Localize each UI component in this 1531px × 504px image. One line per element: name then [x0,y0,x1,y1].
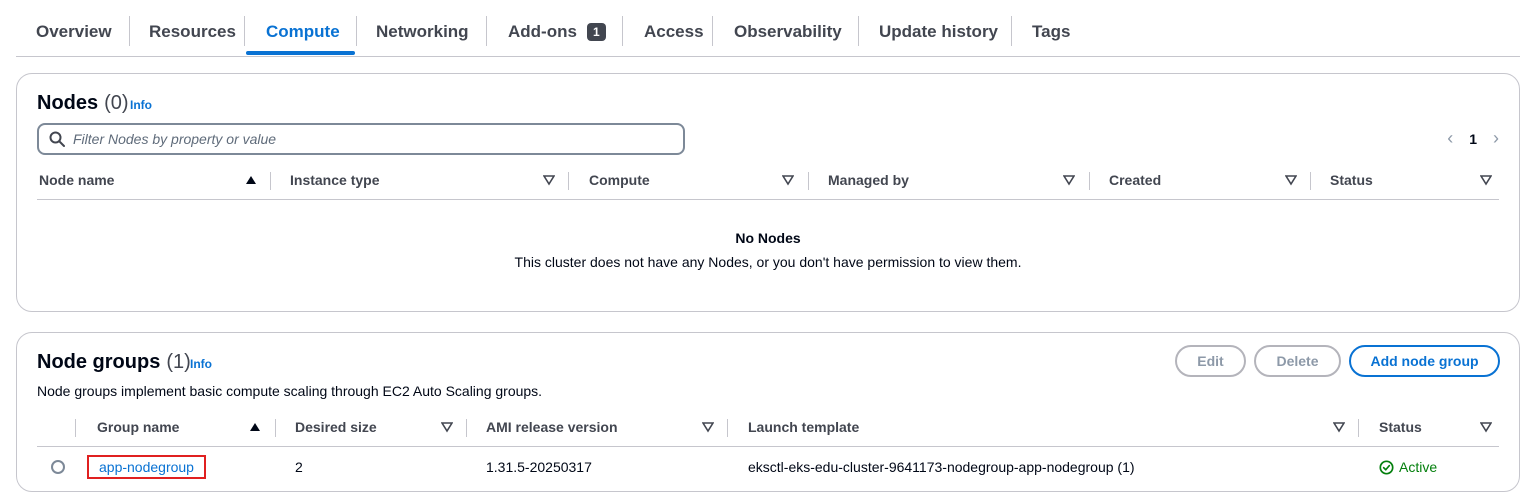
row-select-radio[interactable] [51,460,65,474]
tab-add-ons[interactable]: Add-ons 1 [488,14,626,50]
group-name-link[interactable]: app-nodegroup [87,455,206,479]
current-page[interactable]: 1 [1469,131,1477,147]
sort-ascending-icon[interactable] [245,174,257,186]
sort-descending-icon[interactable] [1285,174,1297,186]
check-circle-icon [1379,459,1394,475]
column-divider [466,419,467,437]
nodes-info-link[interactable]: Info [130,98,152,112]
node-groups-panel: Node groups (1) Info Edit Delete Add node… [16,332,1520,492]
launch-template-cell: eksctl-eks-edu-cluster-9641173-nodegroup… [748,459,1135,475]
node-groups-title-text: Node groups [37,351,161,373]
sort-descending-icon[interactable] [543,174,555,186]
tab-label: Observability [734,22,842,41]
tab-bar: Overview Resources Compute Networking Ad… [16,0,1520,57]
column-header-managed-by[interactable]: Managed by [828,160,909,200]
column-header-status[interactable]: Status [1330,160,1373,200]
table-row[interactable]: app-nodegroup 2 1.31.5-20250317 eksctl-e… [37,446,1499,488]
column-divider [568,172,569,190]
column-header-node-name[interactable]: Node name [39,160,114,200]
sort-descending-icon[interactable] [782,174,794,186]
tab-label: Access [644,22,704,41]
tab-divider [486,16,487,46]
tab-label: Networking [376,22,469,41]
tab-tags[interactable]: Tags [1012,14,1090,50]
sort-descending-icon[interactable] [1480,421,1492,433]
column-divider [808,172,809,190]
nodes-pagination: ‹ 1 › [1447,128,1499,149]
add-node-group-button[interactable]: Add node group [1349,345,1500,377]
tab-compute[interactable]: Compute [246,14,360,50]
sort-descending-icon[interactable] [1333,421,1345,433]
tab-label: Update history [879,22,999,41]
nodes-title-text: Nodes [37,92,99,114]
tab-label: Add-ons [508,22,577,41]
tab-access[interactable]: Access [624,14,724,50]
nodes-panel: Nodes(0) Info ‹ 1 › Node name Instance t… [16,73,1520,312]
tab-update-history[interactable]: Update history [859,14,1018,50]
tab-divider [244,16,245,46]
tab-observability[interactable]: Observability [714,14,862,50]
column-divider [1358,419,1359,437]
sort-descending-icon[interactable] [1063,174,1075,186]
tab-label: Compute [266,22,340,41]
column-divider [1089,172,1090,190]
node-groups-description: Node groups implement basic compute scal… [37,383,543,399]
column-header-ami-release-version[interactable]: AMI release version [486,407,618,447]
status-badge: Active [1379,446,1437,488]
node-groups-count: (1) [166,351,191,373]
nodes-count: (0) [104,92,129,114]
nodes-empty-title: No Nodes [735,230,801,246]
desired-size-cell: 2 [295,459,303,475]
column-header-compute[interactable]: Compute [589,160,650,200]
node-groups-title: Node groups (1) [37,351,191,374]
column-divider [270,172,271,190]
active-tab-indicator [246,51,355,55]
column-header-created[interactable]: Created [1109,160,1161,200]
edit-button[interactable]: Edit [1175,345,1246,377]
tab-resources[interactable]: Resources [129,14,256,50]
column-header-instance-type[interactable]: Instance type [290,160,379,200]
ami-release-version-cell: 1.31.5-20250317 [486,459,592,475]
column-header-desired-size[interactable]: Desired size [295,407,377,447]
node-groups-info-link[interactable]: Info [190,357,212,371]
sort-descending-icon[interactable] [1480,174,1492,186]
column-divider [75,419,76,437]
node-groups-table-header: Group name Desired size AMI release vers… [37,407,1499,447]
nodes-filter-input-wrapper [37,123,685,155]
nodes-filter-input[interactable] [73,131,653,147]
tab-networking[interactable]: Networking [356,14,489,50]
tab-label: Overview [36,22,112,41]
column-divider [275,419,276,437]
column-divider [727,419,728,437]
nodes-table-header: Node name Instance type Compute Managed … [37,160,1499,200]
column-divider [1310,172,1311,190]
tab-divider [622,16,623,46]
tab-overview[interactable]: Overview [16,14,132,50]
column-header-status[interactable]: Status [1379,407,1422,447]
nodes-empty-description: This cluster does not have any Nodes, or… [514,254,1022,270]
status-text: Active [1399,459,1438,475]
tab-label: Resources [149,22,236,41]
column-header-group-name[interactable]: Group name [97,407,179,447]
next-page-icon[interactable]: › [1493,128,1499,149]
delete-button[interactable]: Delete [1254,345,1341,377]
sort-ascending-icon[interactable] [249,421,261,433]
tab-label: Tags [1032,22,1071,41]
sort-descending-icon[interactable] [702,421,714,433]
tab-divider [712,16,713,46]
column-header-launch-template[interactable]: Launch template [748,407,859,447]
previous-page-icon[interactable]: ‹ [1447,128,1453,149]
nodes-title: Nodes (0) [37,92,129,115]
add-ons-count-badge: 1 [586,23,606,41]
sort-descending-icon[interactable] [441,421,453,433]
search-icon [49,131,65,147]
